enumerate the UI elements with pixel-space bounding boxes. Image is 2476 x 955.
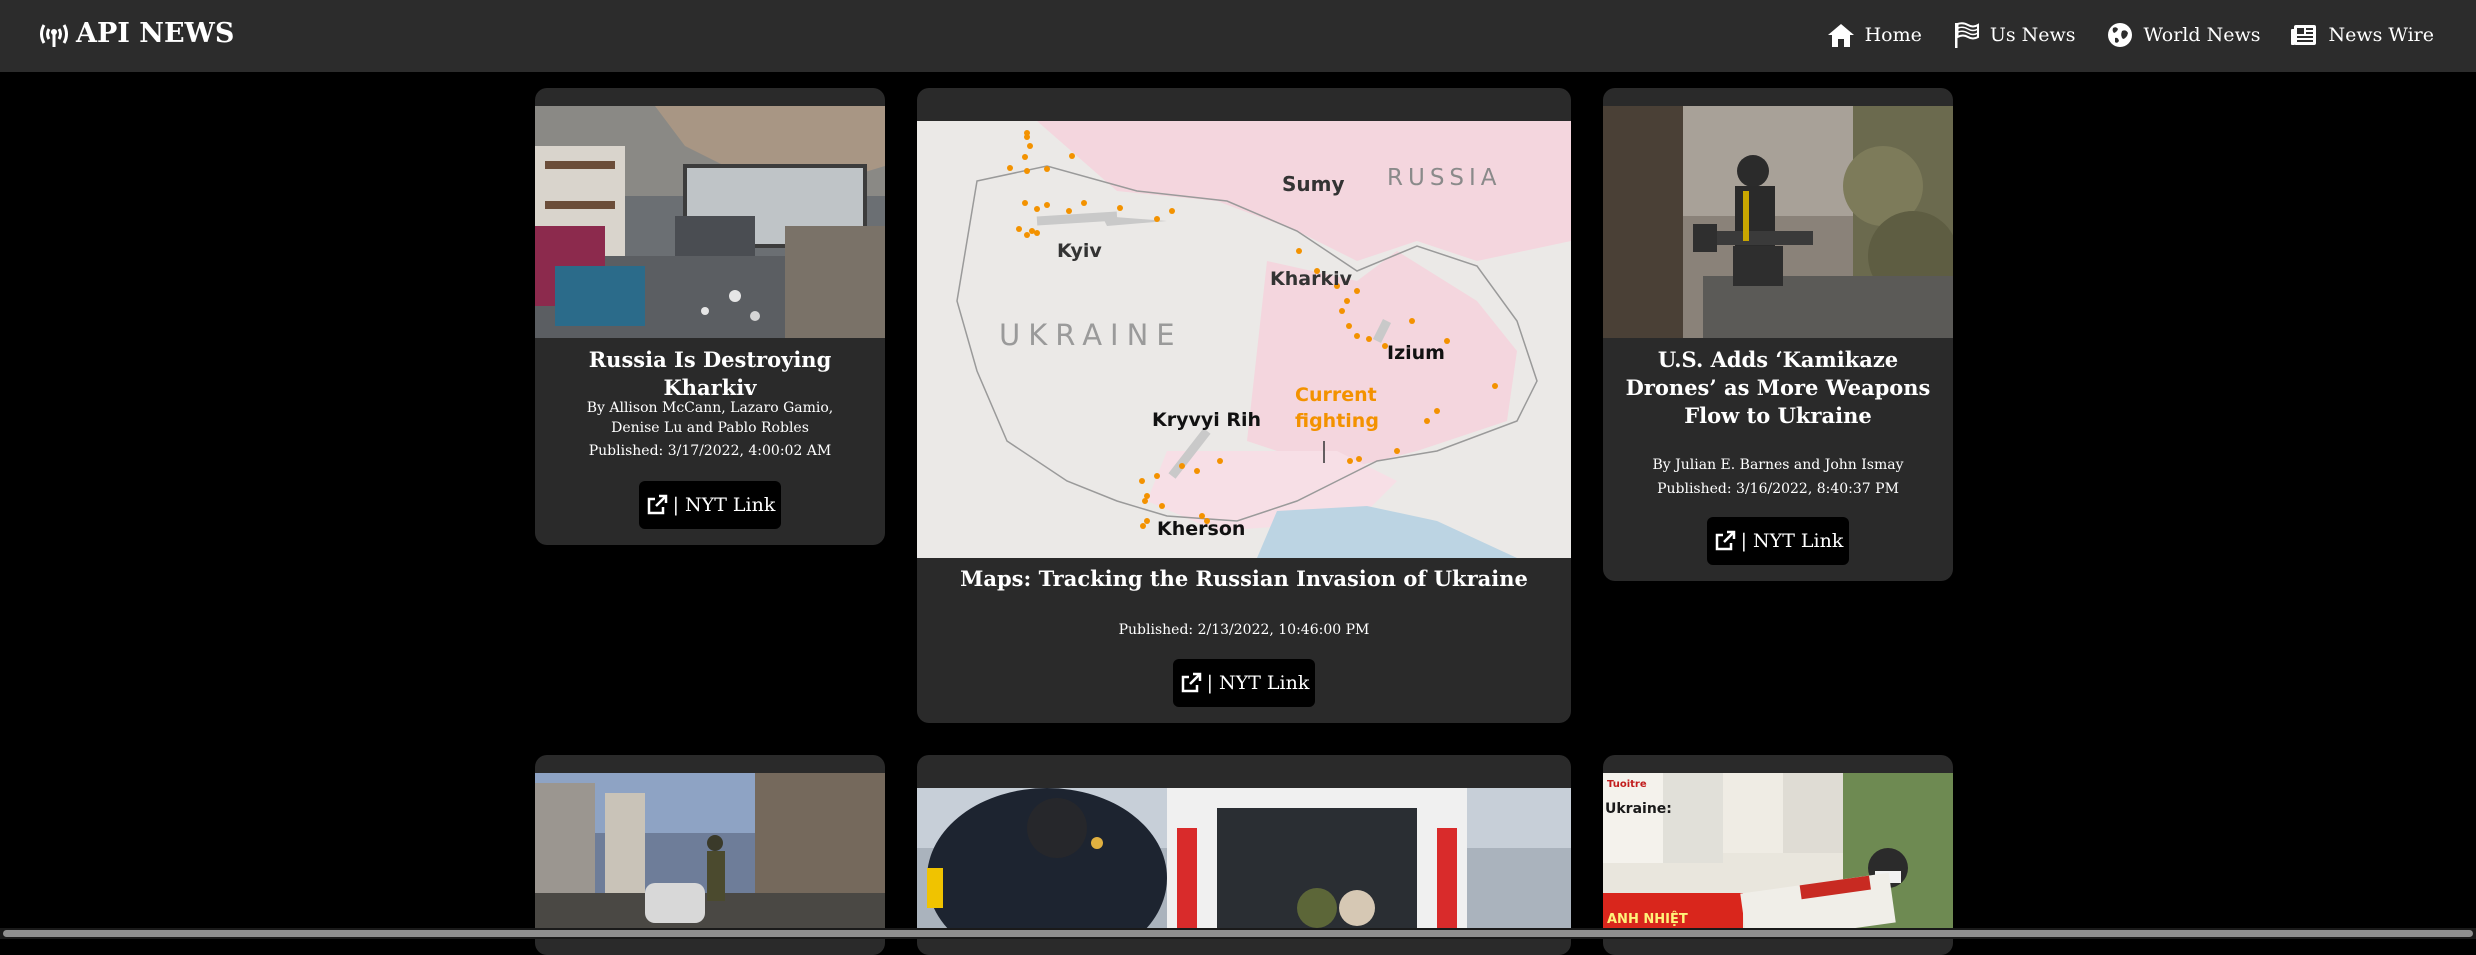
broadcast-icon [40,23,68,47]
article-card-row2-1 [535,755,885,955]
nav-home-label: Home [1864,24,1922,46]
ambulance-photo [917,788,1571,938]
external-link-icon [1181,672,1201,693]
card-published: Published: 2/13/2022, 10:46:00 PM [1118,622,1370,638]
globe-icon [2107,23,2132,47]
article-card-row2-3: Ukraine: ANH NHIỆT Tuoitre [1603,755,1953,955]
card-byline: By Allison McCann, Lazaro Gamio, Denise … [586,400,834,436]
horizontal-scrollbar[interactable] [0,928,2476,939]
flag-icon [1954,22,1979,48]
nav-home[interactable]: Home [1827,18,1922,52]
top-navbar: API NEWS Home Us News World News News Wi… [0,0,2476,72]
article-card-kharkiv: Russia Is Destroying Kharkiv By Allison … [535,88,885,545]
nav-world-news[interactable]: World News [2106,18,2261,52]
ukraine-invasion-map: Sumy Kyiv Kharkiv Izium Kryvyi Rih Khers… [917,121,1571,558]
map-label-ukraine: UKRAINE [999,318,1183,352]
soldier-with-weapon-photo [1603,106,1953,338]
newspaper-icon [2291,25,2317,45]
brand[interactable]: API NEWS [38,18,234,49]
nyt-link-label: | NYT Link [1740,530,1844,552]
nyt-link-button[interactable]: | NYT Link [1707,517,1849,565]
map-label-kryvyi-rih: Kryvyi Rih [1152,409,1261,431]
map-label-russia: RUSSIA [1387,165,1502,191]
newspaper-headline-ukraine: Ukraine: [1605,801,1672,817]
nyt-link-button[interactable]: | NYT Link [639,481,781,529]
newspaper-stand-photo: Ukraine: ANH NHIỆT Tuoitre [1603,773,1953,933]
nyt-link-label: | NYT Link [1206,672,1310,694]
nav-news-wire[interactable]: News Wire [2290,18,2434,52]
nyt-link-button[interactable]: | NYT Link [1173,659,1315,707]
card-published: Published: 3/17/2022, 4:00:02 AM [588,443,832,459]
kyiv-street-soldier-photo [535,773,885,933]
map-label-kherson: Kherson [1157,518,1245,540]
card-published: Published: 3/16/2022, 8:40:37 PM [1657,481,1899,497]
kharkiv-destroyed-room-photo [535,106,885,338]
nav-us-news-label: Us News [1989,24,2076,46]
map-label-kyiv: Kyiv [1057,240,1102,262]
map-label-kharkiv: Kharkiv [1270,268,1353,290]
external-link-icon [647,494,667,515]
nyt-link-label: | NYT Link [672,494,776,516]
home-icon [1827,24,1854,47]
card-title[interactable]: Maps: Tracking the Russian Invasion of U… [937,565,1551,593]
map-label-sumy: Sumy [1282,172,1345,196]
nav-links: Home Us News World News News Wire [1827,18,2434,52]
brand-name: API NEWS [76,18,235,49]
nav-news-wire-label: News Wire [2328,24,2434,46]
nav-us-news[interactable]: Us News [1952,18,2076,52]
article-card-row2-2 [917,755,1571,955]
newspaper-headline-anh-nhiet: ANH NHIỆT [1607,911,1688,927]
article-card-ukraine-map: Sumy Kyiv Kharkiv Izium Kryvyi Rih Khers… [917,88,1571,723]
map-label-izium: Izium [1387,342,1445,364]
card-title[interactable]: U.S. Adds ‘Kamikaze Drones’ as More Weap… [1623,346,1933,430]
scrollbar-thumb[interactable] [3,930,2473,937]
external-link-icon [1715,530,1735,551]
nav-world-news-label: World News [2143,24,2261,46]
card-title[interactable]: Russia Is Destroying Kharkiv [555,346,865,402]
newspaper-masthead: Tuoitre [1607,779,1647,790]
card-byline: By Julian E. Barnes and John Ismay [1652,457,1904,473]
article-card-kamikaze-drones: U.S. Adds ‘Kamikaze Drones’ as More Weap… [1603,88,1953,581]
